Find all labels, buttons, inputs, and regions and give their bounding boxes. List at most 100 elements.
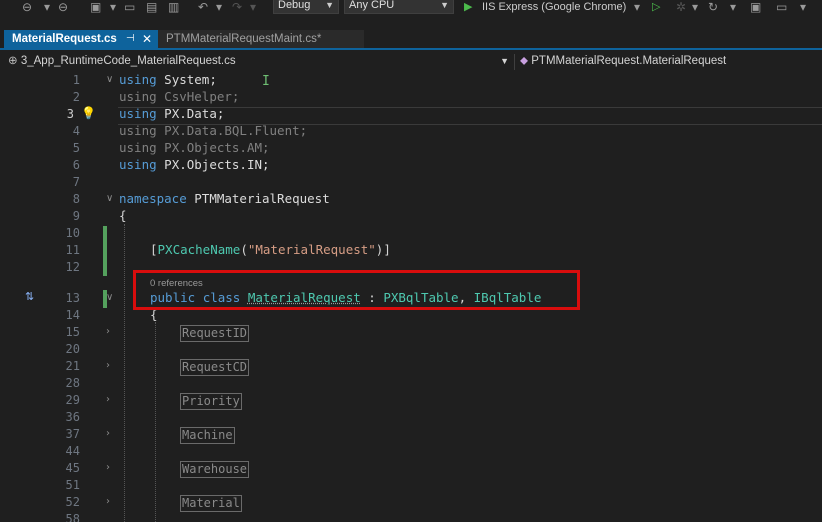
save-icon[interactable]: ▤ — [146, 0, 157, 14]
highlight-box — [133, 270, 580, 310]
keyword-using: using — [119, 123, 157, 138]
close-icon[interactable]: ✕ — [142, 30, 152, 48]
expand-chevron-icon[interactable]: › — [106, 496, 110, 507]
refresh-icon[interactable]: ↻ — [708, 0, 718, 14]
namespace-name: PTMMaterialRequest — [194, 191, 330, 206]
line-number: 29 — [65, 393, 80, 407]
expand-chevron-icon[interactable]: › — [106, 326, 110, 337]
line-number: 21 — [65, 359, 80, 373]
bracket: [ — [150, 242, 158, 257]
collapsed-region[interactable]: Material — [180, 495, 242, 512]
chevron-down-icon[interactable]: ▾ — [634, 0, 640, 14]
keyword-using: using — [119, 72, 157, 87]
lightbulb-icon[interactable]: 💡 — [81, 106, 96, 120]
pin-icon[interactable]: ⊣ — [126, 30, 135, 48]
bracket: )] — [375, 242, 391, 257]
chevron-down-icon[interactable]: ▾ — [216, 0, 222, 14]
line-number: 10 — [65, 226, 80, 240]
line-number: 7 — [72, 175, 80, 189]
line-number: 37 — [65, 427, 80, 441]
code-line-11: [PXCacheName("MaterialRequest")] — [150, 242, 391, 257]
collapsed-region[interactable]: RequestCD — [180, 359, 250, 376]
chevron-down-icon: ▼ — [325, 0, 334, 10]
member-dropdown[interactable]: ⬥ PTMMaterialRequest.MaterialRequest — [520, 53, 820, 70]
tab-label: MaterialRequest.cs — [12, 33, 117, 45]
expand-chevron-icon[interactable]: › — [106, 394, 110, 405]
tab-materialrequest-cs[interactable]: MaterialRequest.cs ⊣ ✕ — [4, 30, 158, 48]
chevron-down-icon: ▼ — [440, 0, 449, 10]
expand-chevron-icon[interactable]: › — [106, 428, 110, 439]
chevron-down-icon[interactable]: ▾ — [800, 0, 806, 14]
start-debug-icon[interactable]: ▶ — [464, 0, 472, 14]
line-number: 45 — [65, 461, 80, 475]
attribute-name: PXCacheName — [157, 242, 241, 257]
expand-chevron-icon[interactable]: › — [106, 462, 110, 473]
collapsed-region[interactable]: RequestID — [180, 325, 250, 342]
collapse-chevron-icon[interactable]: ∨ — [106, 292, 113, 303]
namespace-ref: PX.Objects.IN; — [164, 157, 270, 172]
new-project-icon[interactable]: ▣ — [90, 0, 101, 14]
keyword-using: using — [119, 106, 157, 121]
code-line-2: using CsvHelper; — [119, 89, 239, 104]
undo-icon[interactable]: ↶ — [198, 0, 208, 14]
change-indicator — [103, 226, 107, 276]
project-dropdown-value: 3_App_RuntimeCode_MaterialRequest.cs — [20, 55, 236, 67]
member-dropdown-value: PTMMaterialRequest.MaterialRequest — [531, 55, 727, 67]
code-line-6: using PX.Objects.IN; — [119, 157, 270, 172]
navigation-bar: ⊕ 3_App_RuntimeCode_MaterialRequest.cs ▼… — [0, 52, 822, 73]
namespace-ref: System; — [164, 72, 217, 87]
nav-divider — [514, 54, 515, 70]
layout-icon[interactable]: ▭ — [776, 0, 787, 14]
code-editor[interactable]: 1 2 3 💡 4 5 6 7 8 9 10 11 12 ⇅ 13 14 15 … — [0, 72, 822, 522]
configuration-select-value: Debug — [278, 0, 311, 11]
line-number: 14 — [65, 308, 80, 322]
toolbar: ⊖ ▾ ⊖ ▣ ▾ ▭ ▤ ▥ ↶ ▾ ↷ ▾ Debug ▼ Any CPU … — [0, 0, 822, 30]
tab-label: PTMMaterialRequestMaint.cs* — [166, 33, 322, 45]
namespace-ref: PX.Objects.AM; — [164, 140, 270, 155]
expand-chevron-icon[interactable]: › — [106, 360, 110, 371]
code-line-3: using PX.Data; — [119, 106, 224, 121]
line-number: 2 — [72, 90, 80, 104]
code-line-4: using PX.Data.BQL.Fluent; — [119, 123, 307, 138]
line-number: 58 — [65, 512, 80, 522]
string-literal: "MaterialRequest" — [247, 242, 376, 257]
line-number: 5 — [72, 141, 80, 155]
collapsed-region[interactable]: Warehouse — [180, 461, 250, 478]
chevron-down-icon[interactable]: ▾ — [250, 0, 256, 14]
forward-icon[interactable]: ⊖ — [58, 0, 68, 14]
tab-ptmmaterialrequestmaint-cs[interactable]: PTMMaterialRequestMaint.cs* — [158, 30, 364, 48]
line-number: 52 — [65, 495, 80, 509]
browser-link-icon[interactable]: ▣ — [750, 0, 761, 14]
redo-icon[interactable]: ↷ — [232, 0, 242, 14]
collapse-chevron-icon[interactable]: ∨ — [106, 74, 113, 85]
collapsed-region[interactable]: Priority — [180, 393, 242, 410]
save-all-icon[interactable]: ▥ — [168, 0, 179, 14]
code-line-5: using PX.Objects.AM; — [119, 140, 270, 155]
chevron-down-icon[interactable]: ▾ — [110, 0, 116, 14]
namespace-ref: PX.Data; — [164, 106, 225, 121]
namespace-ref: PX.Data.BQL.Fluent; — [164, 123, 308, 138]
chevron-down-icon[interactable]: ▾ — [692, 0, 698, 14]
keyword-using: using — [119, 157, 157, 172]
attach-icon[interactable]: ✲ — [676, 0, 686, 14]
line-number: 13 — [65, 291, 80, 305]
keyword-using: using — [119, 140, 157, 155]
line-number: 36 — [65, 410, 80, 424]
back-icon[interactable]: ⊖ — [22, 0, 32, 14]
collapse-chevron-icon[interactable]: ∨ — [106, 193, 113, 204]
start-without-debug-icon[interactable]: ▷ — [652, 0, 660, 14]
line-number: 1 — [72, 73, 80, 87]
run-target-button[interactable]: IIS Express (Google Chrome) — [482, 0, 626, 14]
project-dropdown[interactable]: ⊕ 3_App_RuntimeCode_MaterialRequest.cs ▼ — [8, 53, 513, 70]
line-number: 28 — [65, 376, 80, 390]
open-folder-icon[interactable]: ▭ — [124, 0, 135, 14]
chevron-down-icon[interactable]: ▾ — [730, 0, 736, 14]
line-number: 4 — [72, 124, 80, 138]
line-number: 8 — [72, 192, 80, 206]
text-cursor-icon: I — [262, 74, 270, 89]
chevron-down-icon[interactable]: ▾ — [44, 0, 50, 14]
platform-select[interactable]: Any CPU ▼ — [344, 0, 454, 14]
line-number: 20 — [65, 342, 80, 356]
configuration-select[interactable]: Debug ▼ — [273, 0, 339, 14]
collapsed-region[interactable]: Machine — [180, 427, 235, 444]
